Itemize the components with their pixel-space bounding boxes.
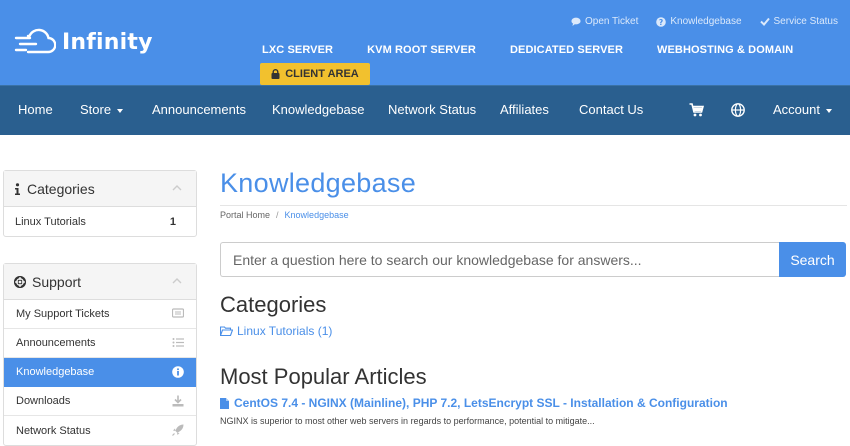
support-panel: Support My Support Tickets Announcements… bbox=[3, 263, 197, 446]
sidebar-item-downloads[interactable]: Downloads bbox=[4, 387, 196, 416]
categories-panel: Categories Linux Tutorials 1 bbox=[3, 170, 197, 237]
open-ticket-label: Open Ticket bbox=[584, 16, 639, 27]
brand-logo[interactable]: Infinity bbox=[14, 24, 153, 60]
cloud-logo-icon bbox=[14, 28, 56, 54]
sidebar-item-my-support-tickets[interactable]: My Support Tickets bbox=[4, 300, 196, 329]
lock-icon bbox=[271, 69, 280, 79]
nav-home[interactable]: Home bbox=[18, 86, 53, 136]
client-area-button[interactable]: CLIENT AREA bbox=[260, 63, 370, 85]
svg-text:?: ? bbox=[659, 18, 663, 27]
category-link-linux-tutorials[interactable]: Linux Tutorials (1) bbox=[220, 324, 332, 338]
category-count-badge: 1 bbox=[169, 215, 176, 228]
ticket-icon bbox=[172, 308, 184, 318]
breadcrumb-knowledgebase[interactable]: Knowledgebase bbox=[285, 210, 349, 220]
globe-icon[interactable] bbox=[731, 103, 745, 117]
nav-contact-us[interactable]: Contact Us bbox=[579, 86, 643, 136]
download-icon bbox=[172, 395, 184, 407]
categories-panel-header[interactable]: Categories bbox=[4, 171, 196, 207]
page-title: Knowledgebase bbox=[220, 168, 417, 198]
document-icon bbox=[220, 397, 229, 409]
nav-account[interactable]: Account bbox=[773, 86, 832, 136]
folder-open-icon bbox=[220, 326, 233, 336]
categories-heading: Categories bbox=[220, 292, 327, 317]
title-divider bbox=[220, 205, 847, 206]
sidebar-item-label: Knowledgebase bbox=[16, 366, 95, 378]
search-button[interactable]: Search bbox=[779, 242, 846, 277]
rocket-icon bbox=[172, 424, 184, 436]
client-area-label: CLIENT AREA bbox=[285, 68, 359, 80]
chevron-up-icon[interactable] bbox=[172, 277, 182, 284]
open-ticket-link[interactable]: Open Ticket bbox=[571, 16, 638, 27]
article-link[interactable]: CentOS 7.4 - NGINX (Mainline), PHP 7.2, … bbox=[220, 396, 728, 410]
chevron-down-icon bbox=[825, 108, 832, 113]
question-circle-icon: ? bbox=[656, 16, 667, 27]
nav-account-label: Account bbox=[773, 102, 820, 117]
main-navbar: Home Store Announcements Knowledgebase N… bbox=[0, 85, 850, 135]
sidebar-item-label: Downloads bbox=[16, 395, 71, 407]
sidebar-item-network-status[interactable]: Network Status bbox=[4, 416, 196, 445]
support-panel-header[interactable]: Support bbox=[4, 264, 196, 300]
article-description: NGINX is superior to most other web serv… bbox=[220, 416, 595, 426]
breadcrumb-separator: / bbox=[276, 210, 279, 220]
dedicated-server-link[interactable]: DEDICATED SERVER bbox=[510, 44, 623, 56]
lifebuoy-icon bbox=[14, 275, 26, 288]
sidebar-item-label: Announcements bbox=[16, 337, 96, 349]
sidebar-item-linux-tutorials[interactable]: Linux Tutorials 1 bbox=[4, 207, 196, 236]
support-panel-title: Support bbox=[32, 273, 82, 290]
info-circle-icon bbox=[172, 366, 184, 378]
breadcrumb-portal-home[interactable]: Portal Home bbox=[220, 210, 270, 220]
nav-affiliates[interactable]: Affiliates bbox=[500, 86, 549, 136]
article-title: CentOS 7.4 - NGINX (Mainline), PHP 7.2, … bbox=[234, 396, 728, 410]
nav-network-status[interactable]: Network Status bbox=[388, 86, 476, 136]
popular-articles-heading: Most Popular Articles bbox=[220, 364, 427, 389]
service-status-label: Service Status bbox=[773, 16, 838, 27]
category-link-label: Linux Tutorials (1) bbox=[237, 324, 333, 338]
sidebar-item-announcements[interactable]: Announcements bbox=[4, 329, 196, 358]
categories-panel-title: Categories bbox=[27, 180, 95, 197]
sidebar-item-label: Linux Tutorials bbox=[15, 215, 86, 228]
nav-announcements[interactable]: Announcements bbox=[152, 86, 246, 136]
knowledgebase-top-link[interactable]: ? Knowledgebase bbox=[656, 16, 742, 27]
lxc-server-link[interactable]: LXC SERVER bbox=[262, 44, 333, 56]
breadcrumb: Portal Home / Knowledgebase bbox=[220, 210, 349, 220]
chevron-down-icon bbox=[117, 108, 124, 113]
chevron-up-icon[interactable] bbox=[172, 184, 182, 191]
webhosting-domain-link[interactable]: WEBHOSTING & DOMAIN bbox=[657, 44, 793, 56]
knowledgebase-search-input[interactable] bbox=[220, 242, 780, 277]
sidebar-item-label: My Support Tickets bbox=[16, 308, 110, 320]
list-icon bbox=[172, 338, 184, 347]
brand-name: Infinity bbox=[62, 29, 153, 55]
nav-knowledgebase[interactable]: Knowledgebase bbox=[272, 86, 365, 136]
product-links: LXC SERVER KVM ROOT SERVER DEDICATED SER… bbox=[262, 44, 793, 56]
service-status-link[interactable]: Service Status bbox=[759, 16, 838, 27]
checkmark-icon bbox=[759, 17, 770, 26]
chat-bubble-icon bbox=[571, 17, 581, 26]
nav-store-label: Store bbox=[80, 102, 112, 117]
kvm-root-server-link[interactable]: KVM ROOT SERVER bbox=[367, 44, 476, 56]
knowledgebase-top-label: Knowledgebase bbox=[670, 16, 742, 27]
info-icon bbox=[15, 182, 20, 195]
top-utility-links: Open Ticket ? Knowledgebase Service Stat… bbox=[571, 16, 838, 27]
cart-icon[interactable] bbox=[689, 103, 704, 117]
sidebar-item-knowledgebase[interactable]: Knowledgebase bbox=[4, 358, 196, 387]
top-header: Infinity Open Ticket ? Knowledgebase Ser… bbox=[0, 0, 850, 85]
nav-store[interactable]: Store bbox=[80, 86, 124, 136]
